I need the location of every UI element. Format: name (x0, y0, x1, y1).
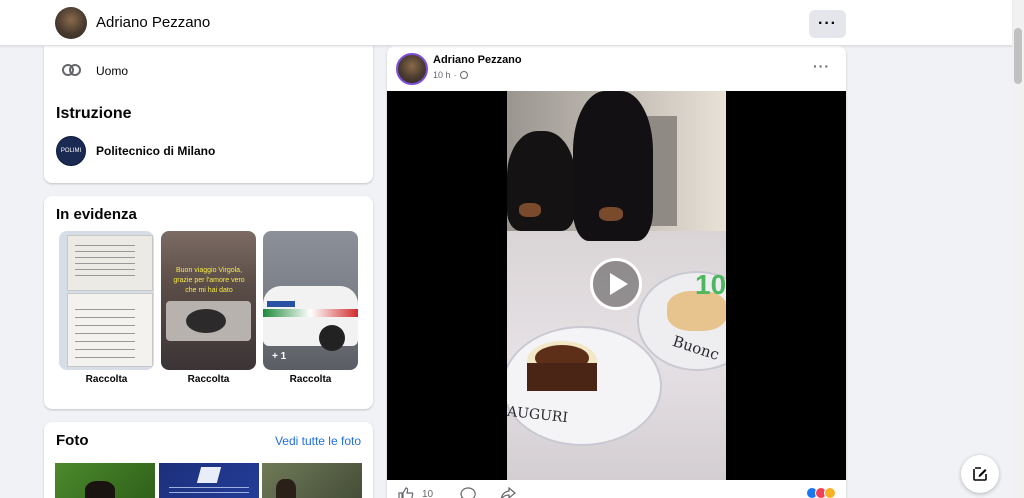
page-scrollbar[interactable] (1012, 0, 1024, 498)
cake-candle-number: 10 (695, 269, 726, 300)
more-options-button[interactable]: ··· (809, 10, 846, 38)
comment-icon[interactable] (459, 487, 477, 498)
profile-sticky-header: Adriano Pezzano ··· (0, 0, 1012, 46)
post-action-row: 10 (398, 487, 517, 498)
post-time[interactable]: 10 h (433, 70, 451, 80)
highlight-thumbnail[interactable]: + 1 (263, 231, 358, 370)
photo-thumbnail[interactable] (262, 463, 362, 498)
gender-row: Uomo (62, 64, 128, 78)
highlight-label: Raccolta (187, 374, 230, 385)
photos-card: Foto Vedi tutte le foto (44, 422, 373, 498)
play-button[interactable] (590, 258, 642, 310)
scrollbar-thumb[interactable] (1014, 28, 1022, 84)
post-author-name[interactable]: Adriano Pezzano (433, 54, 522, 66)
highlight-item[interactable]: + 1 Raccolta (263, 231, 358, 385)
highlight-item[interactable]: Buon viaggio Virgola, grazie per l'amore… (161, 231, 256, 385)
highlight-label: Raccolta (85, 374, 128, 385)
compose-icon (973, 467, 987, 481)
post-meta: 10 h · (433, 70, 468, 80)
highlights-heading: In evidenza (56, 206, 137, 223)
intro-card: Uomo Istruzione POLIMI Politecnico di Mi… (44, 40, 373, 183)
school-logo: POLIMI (56, 136, 86, 166)
highlights-card: In evidenza Raccolta Buon viaggio Virgol… (44, 196, 373, 409)
globe-icon (459, 71, 468, 79)
like-icon[interactable] (398, 487, 414, 498)
post-more-options-button[interactable]: ··· (813, 58, 830, 74)
education-heading: Istruzione (56, 105, 132, 122)
photos-heading: Foto (56, 432, 89, 449)
share-icon[interactable] (499, 487, 517, 498)
new-message-button[interactable] (961, 455, 999, 493)
profile-avatar[interactable] (55, 7, 87, 39)
school-name[interactable]: Politecnico di Milano (96, 144, 215, 158)
gender-icon (62, 64, 82, 78)
haha-reaction-icon (824, 487, 836, 498)
highlight-label: Raccolta (289, 374, 332, 385)
reaction-summary[interactable] (806, 487, 836, 498)
highlight-count-badge: + 1 (272, 351, 287, 362)
profile-name[interactable]: Adriano Pezzano (96, 14, 210, 31)
post-author-avatar[interactable] (396, 53, 428, 85)
highlight-overlay-text: Buon viaggio Virgola, grazie per l'amore… (173, 267, 245, 294)
gender-value: Uomo (96, 64, 129, 78)
photo-thumbnail[interactable] (159, 463, 259, 498)
post-meta-separator: · (453, 70, 457, 80)
highlight-thumbnail[interactable] (59, 231, 154, 370)
post-card: Adriano Pezzano 10 h · ··· 10 Buonc AUGU (387, 46, 846, 498)
see-all-photos-link[interactable]: Vedi tutte le foto (275, 434, 361, 448)
highlight-item[interactable]: Raccolta (59, 231, 154, 385)
highlight-thumbnail[interactable]: Buon viaggio Virgola, grazie per l'amore… (161, 231, 256, 370)
like-count[interactable]: 10 (422, 489, 433, 498)
school-item[interactable]: POLIMI Politecnico di Milano (56, 136, 215, 166)
video-player[interactable]: 10 Buonc AUGURI (387, 91, 846, 480)
photo-thumbnail[interactable] (55, 463, 155, 498)
play-icon (609, 273, 628, 295)
